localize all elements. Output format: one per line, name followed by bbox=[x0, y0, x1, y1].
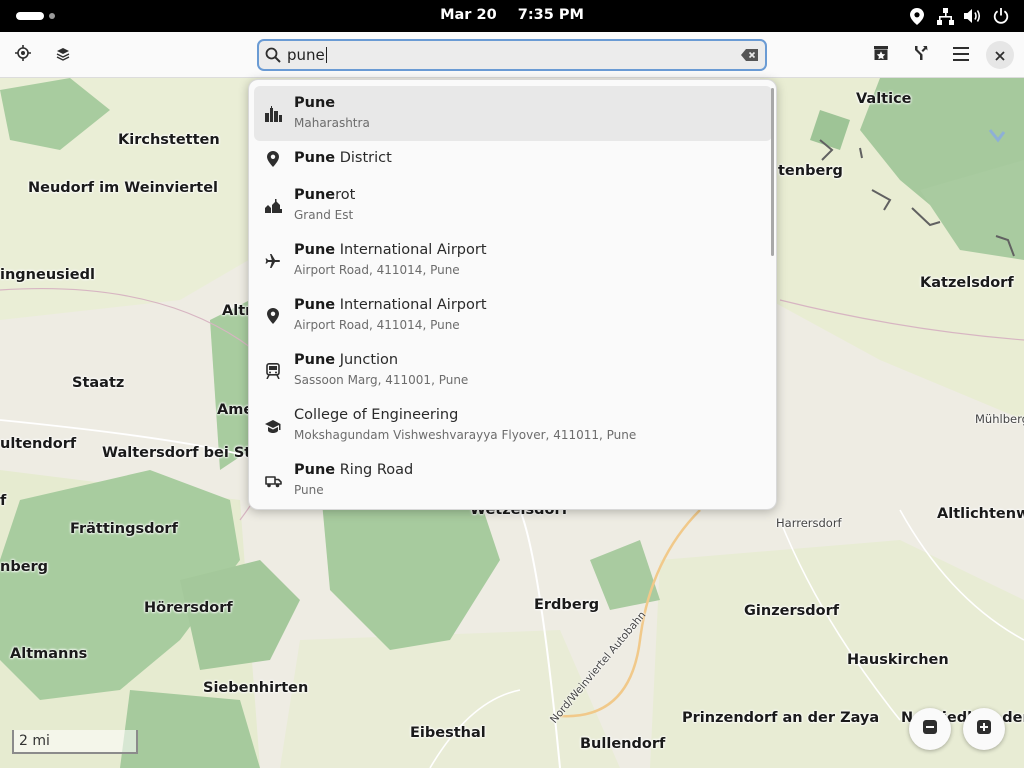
layers-icon bbox=[56, 46, 70, 65]
train-icon bbox=[264, 362, 282, 380]
zoom-out-icon bbox=[922, 719, 938, 739]
result-row[interactable]: Pune District bbox=[254, 141, 772, 176]
result-title: Pune International Airport bbox=[294, 297, 487, 313]
pin-icon bbox=[264, 307, 282, 325]
place-label: Eibesthal bbox=[410, 725, 486, 741]
result-subtitle: Pune bbox=[294, 483, 324, 497]
place-label: Katzelsdorf bbox=[920, 275, 1014, 291]
power-icon bbox=[992, 7, 1010, 25]
system-status[interactable] bbox=[908, 6, 1010, 26]
school-icon bbox=[264, 417, 282, 435]
place-label: Altlichtenwa bbox=[937, 506, 1024, 522]
result-subtitle: Maharashtra bbox=[294, 116, 370, 130]
result-title: Pune bbox=[294, 95, 336, 111]
location-icon bbox=[908, 7, 926, 25]
search-entry[interactable]: pune bbox=[257, 39, 767, 71]
car-icon bbox=[264, 472, 282, 490]
place-label: Altmanns bbox=[10, 646, 88, 662]
place-label: Kirchstetten bbox=[118, 132, 220, 148]
zoom-in-button[interactable] bbox=[963, 708, 1005, 750]
result-row[interactable]: Pune Maharashtra bbox=[254, 86, 772, 141]
result-row[interactable]: Pune Ring Road Pune bbox=[254, 453, 772, 508]
main-menu-button[interactable] bbox=[946, 40, 976, 70]
result-subtitle: Airport Road, 411014, Pune bbox=[294, 263, 460, 277]
place-label: tenberg bbox=[778, 163, 843, 179]
pin-icon bbox=[264, 150, 282, 168]
place-label: ingneusiedl bbox=[0, 267, 95, 283]
place-label: Valtice bbox=[856, 91, 912, 107]
close-button[interactable] bbox=[986, 41, 1014, 69]
result-row[interactable]: Pune Junction Sassoon Marg, 411001, Pune bbox=[254, 343, 772, 398]
place-label: ultendorf bbox=[0, 436, 77, 452]
result-title: Pune Junction bbox=[294, 352, 399, 368]
place-label: Waltersdorf bei Staa bbox=[102, 445, 271, 461]
place-label: Ginzersdorf bbox=[744, 603, 840, 619]
locate-button[interactable] bbox=[8, 40, 38, 70]
village-icon bbox=[264, 197, 282, 215]
favorites-button[interactable] bbox=[866, 40, 896, 70]
result-row[interactable]: Pune International Airport Airport Road,… bbox=[254, 288, 772, 343]
result-subtitle: Sassoon Marg, 411001, Pune bbox=[294, 373, 469, 387]
place-label: Neudorf im Weinviertel bbox=[28, 180, 219, 196]
result-title: Pune Ring Road bbox=[294, 462, 414, 478]
result-title: Pune District bbox=[294, 150, 392, 166]
place-label: f bbox=[0, 493, 7, 509]
scale-bar: 2 mi bbox=[12, 730, 138, 754]
clear-search-icon[interactable] bbox=[741, 47, 759, 63]
place-label: Siebenhirten bbox=[203, 680, 309, 696]
city-icon bbox=[264, 105, 282, 123]
search-results-popover: Pune Maharashtra Pune District Punerot G… bbox=[248, 79, 777, 510]
clock-date: Mar 20 bbox=[440, 7, 497, 23]
result-title: Pune International Airport bbox=[294, 242, 487, 258]
result-row[interactable]: College of Engineering Mokshagundam Vish… bbox=[254, 398, 772, 453]
result-subtitle: Mokshagundam Vishweshvarayya Flyover, 41… bbox=[294, 428, 637, 442]
menu-icon bbox=[953, 46, 969, 65]
text-caret bbox=[325, 47, 327, 63]
place-label: Hauskirchen bbox=[847, 652, 949, 668]
place-label: nberg bbox=[0, 559, 49, 575]
result-subtitle: Grand Est bbox=[294, 208, 354, 222]
place-label: Hörersdorf bbox=[144, 600, 233, 616]
place-label: Bullendorf bbox=[580, 736, 666, 752]
network-icon bbox=[936, 7, 954, 25]
place-label: Erdberg bbox=[534, 597, 600, 613]
search-value: pune bbox=[287, 46, 325, 64]
favorites-icon bbox=[873, 45, 889, 65]
volume-icon bbox=[964, 7, 982, 25]
zoom-in-icon bbox=[976, 719, 992, 739]
place-label: Frättingsdorf bbox=[70, 521, 178, 537]
layers-button[interactable] bbox=[48, 40, 78, 70]
clock-time: 7:35 PM bbox=[517, 7, 584, 23]
search-input[interactable]: pune bbox=[287, 46, 327, 64]
route-icon bbox=[913, 45, 929, 65]
place-label: Prinzendorf an der Zaya bbox=[682, 710, 880, 726]
place-label: Mühlberg bbox=[975, 412, 1024, 426]
header-bar: pune bbox=[0, 32, 1024, 78]
result-subtitle: Airport Road, 411014, Pune bbox=[294, 318, 460, 332]
result-title: Punerot bbox=[294, 187, 356, 203]
clock[interactable]: Mar 20 7:35 PM bbox=[0, 7, 1024, 23]
result-title: College of Engineering bbox=[294, 407, 459, 423]
locate-icon bbox=[15, 45, 31, 65]
route-button[interactable] bbox=[906, 40, 936, 70]
close-icon bbox=[995, 46, 1005, 65]
place-label: Staatz bbox=[72, 375, 125, 391]
results-scrollbar[interactable] bbox=[771, 88, 774, 256]
result-row[interactable]: Pune International Airport Airport Road,… bbox=[254, 233, 772, 288]
top-bar: Mar 20 7:35 PM bbox=[0, 0, 1024, 32]
airplane-icon bbox=[264, 252, 282, 270]
search-icon bbox=[265, 47, 281, 63]
zoom-out-button[interactable] bbox=[909, 708, 951, 750]
result-row[interactable]: Punerot Grand Est bbox=[254, 178, 772, 233]
place-label: Harrersdorf bbox=[776, 516, 842, 530]
